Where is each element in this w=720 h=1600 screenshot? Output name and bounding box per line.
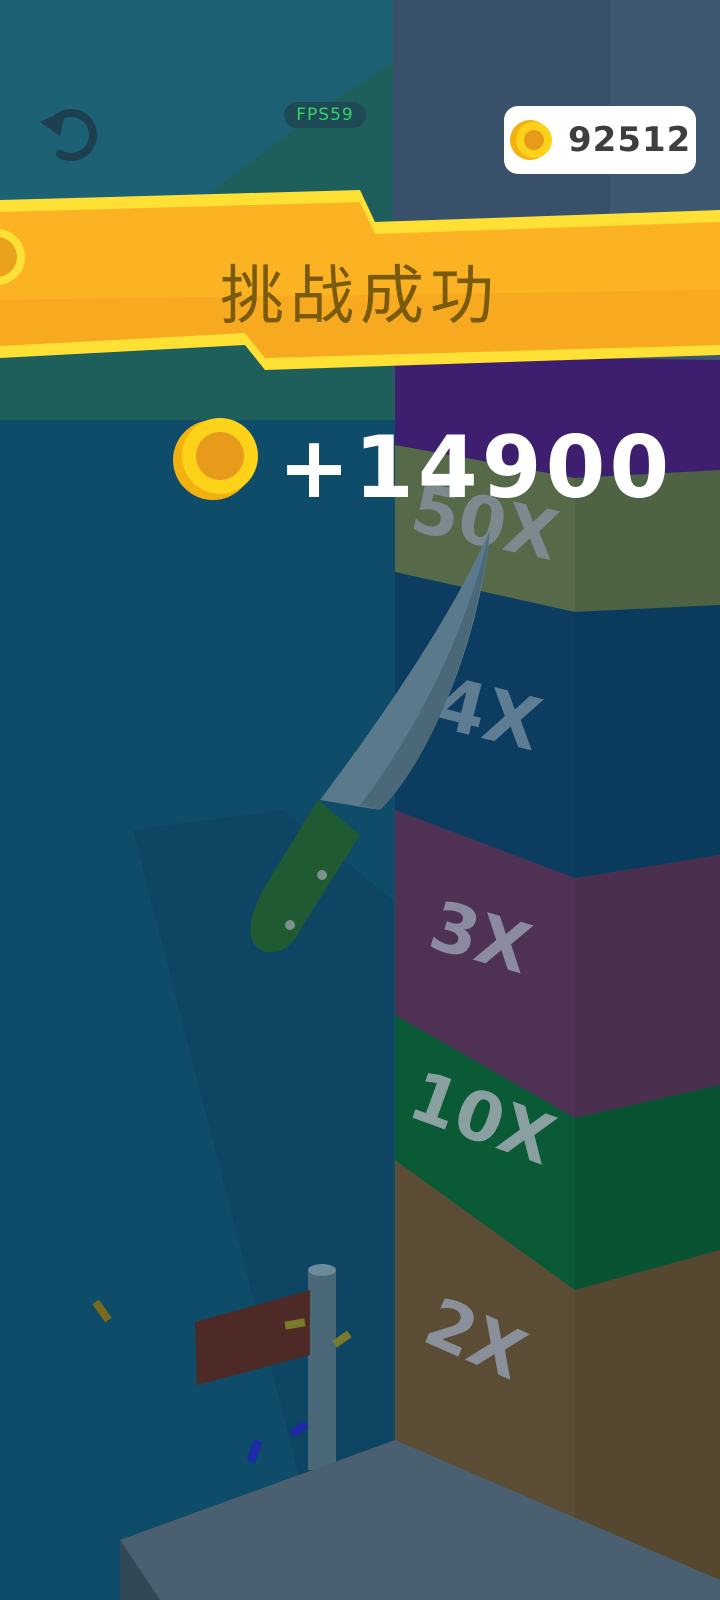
restart-icon[interactable] <box>38 104 104 162</box>
challenge-success-title: 挑战成功 <box>220 260 500 334</box>
game-scene: 50X 4X 3X 10X 2X <box>0 0 720 1600</box>
gold-coin-icon <box>510 120 552 160</box>
coin-balance-value: 92512 <box>568 120 692 160</box>
reward-amount: +14900 <box>278 418 674 518</box>
fps-counter: FPS59 <box>284 102 366 128</box>
